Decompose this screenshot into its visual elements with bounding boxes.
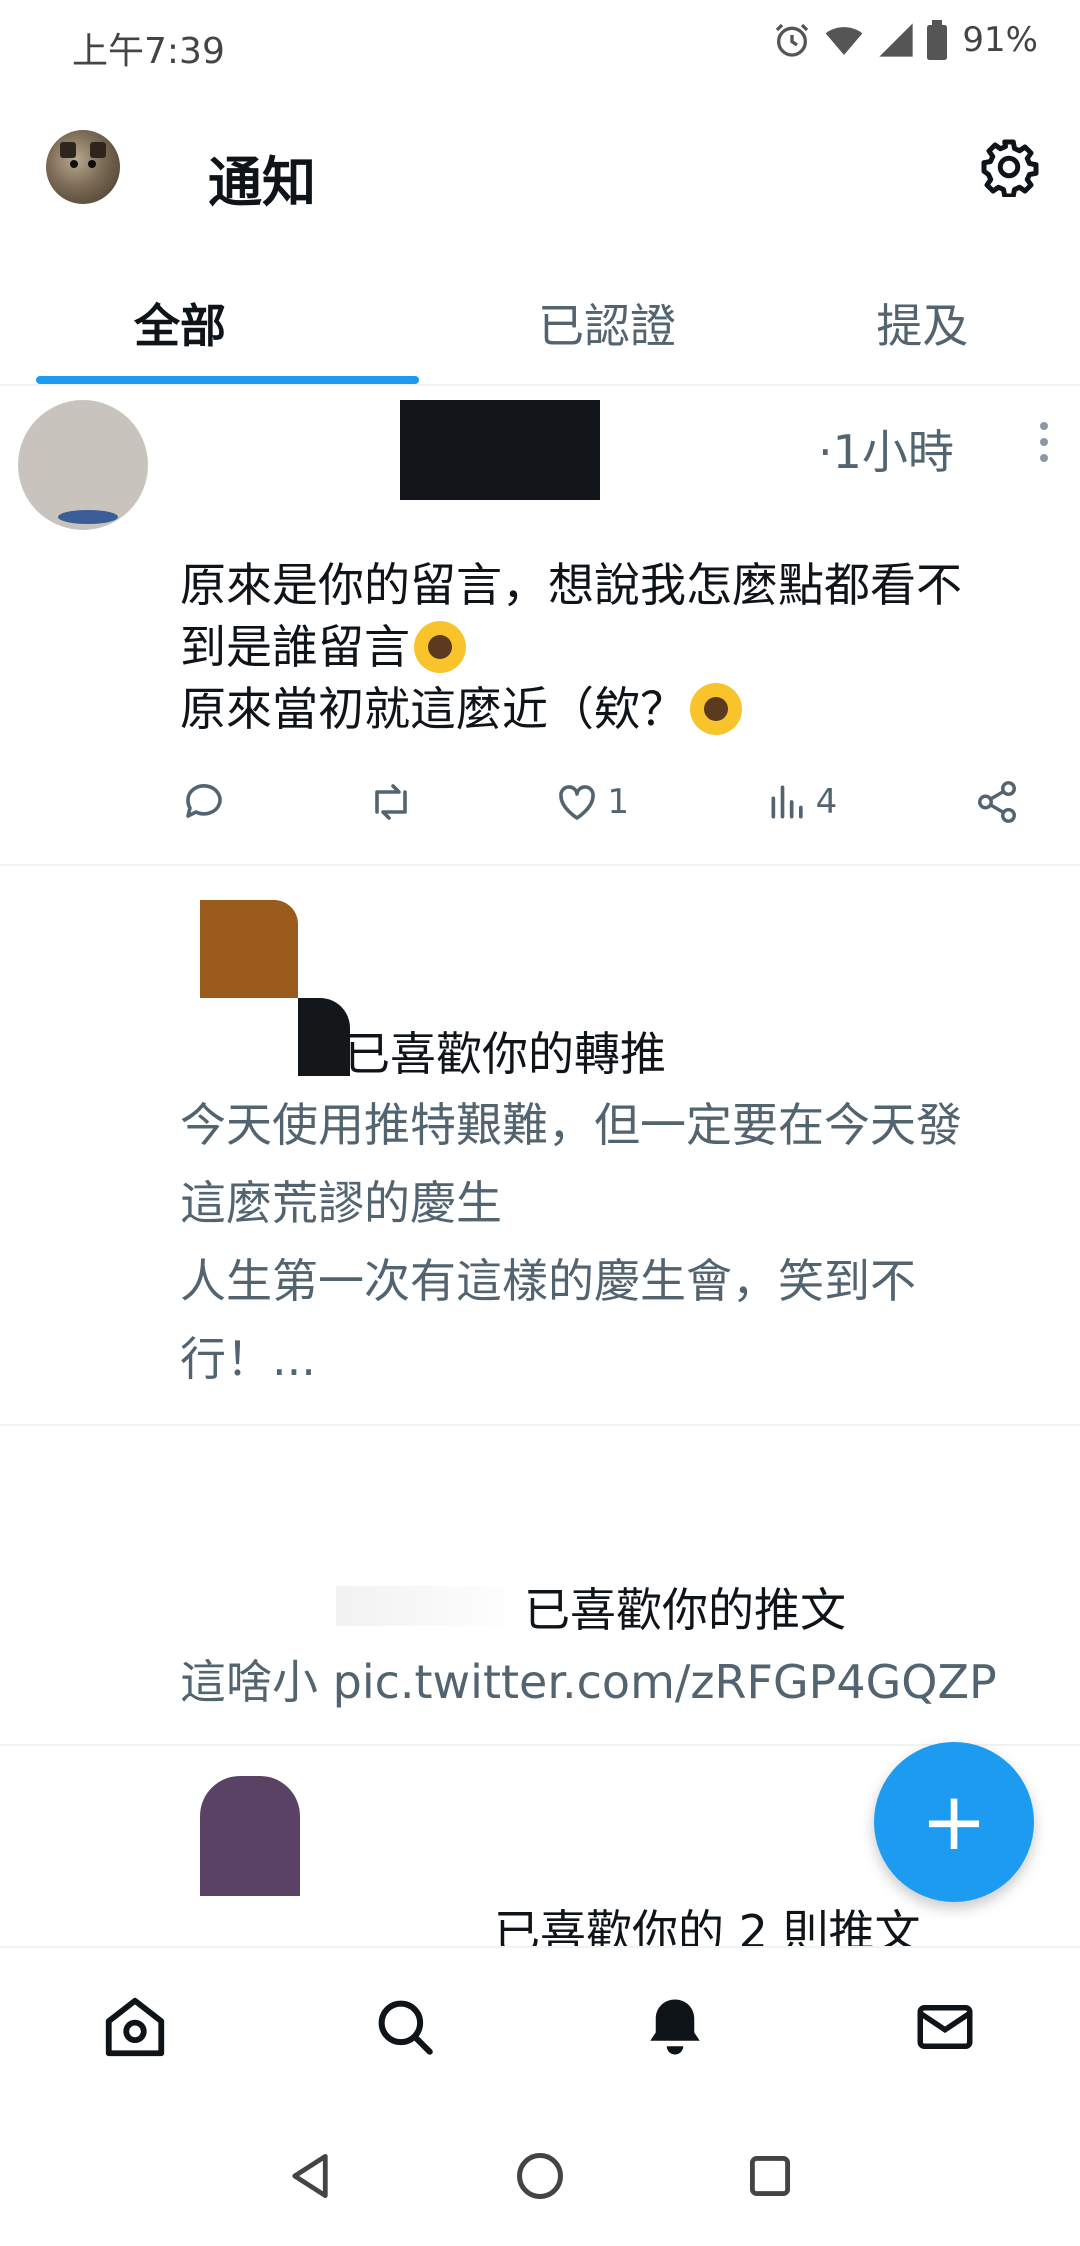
retweet-icon [374, 784, 407, 820]
tab-all[interactable]: 全部 [0, 262, 449, 384]
reply-text-line2: 到是誰留言 [180, 620, 410, 674]
like-count: 1 [607, 782, 629, 822]
nav-notifications[interactable] [625, 1977, 725, 2077]
plus-icon: + [920, 1775, 988, 1868]
avatar[interactable] [200, 1776, 300, 1896]
tab-label: 全部 [134, 299, 226, 353]
gear-icon [981, 139, 1039, 197]
tweet-preview: 這啥小 pic.twitter.com/zRFGP4GQZP [180, 1655, 997, 1709]
home-circle-icon [517, 2153, 563, 2199]
comment-icon [186, 784, 222, 818]
tweet-preview-line3: 人生第一次有這樣的慶生會，笑到不 [180, 1254, 916, 1308]
nav-messages[interactable] [895, 1977, 995, 2077]
notification-headline: 已喜歡你的推文 [524, 1574, 846, 1640]
compose-button[interactable]: + [874, 1742, 1034, 1902]
active-tab-indicator [36, 376, 420, 384]
share-icon [977, 781, 1016, 823]
status-time: 上午7:39 [72, 31, 225, 72]
analytics-icon [771, 785, 803, 819]
reply-notification[interactable]: ·1小時 原來是你的留言，想說我怎麼點都看不 到是誰留言 原來當初就這麼近（欸？… [0, 386, 1080, 866]
tweet-preview-line4: 行！... [180, 1332, 316, 1386]
status-icons: 91% [772, 20, 1038, 60]
redacted-username [400, 400, 600, 500]
reply-button[interactable] [180, 778, 228, 826]
mail-icon [917, 2005, 973, 2049]
tab-label: 已認證 [537, 299, 676, 353]
tab-verified[interactable]: 已認證 [449, 262, 764, 384]
bottom-navigation [0, 1946, 1080, 2106]
notification-tabs: 全部 已認證 提及 [0, 262, 1080, 386]
nav-search[interactable] [355, 1977, 455, 2077]
laughing-emoji-icon [690, 683, 742, 735]
views-button[interactable]: 4 [766, 780, 838, 824]
share-button[interactable] [974, 779, 1020, 825]
battery-icon [927, 20, 948, 60]
reply-text: 原來是你的留言，想說我怎麼點都看不 到是誰留言 原來當初就這麼近（欸？ [180, 554, 1040, 740]
avatar[interactable] [298, 998, 350, 1076]
redacted-username [336, 1586, 526, 1626]
app-header: 通知 [0, 100, 1080, 240]
liked-tweet-notification[interactable]: 已喜歡你的推文 這啥小 pic.twitter.com/zRFGP4GQZP [0, 1426, 1080, 1746]
tab-label: 提及 [876, 299, 969, 353]
liked-retweet-notification[interactable]: 已喜歡你的轉推 今天使用推特艱難，但一定要在今天發 這麼荒謬的慶生 人生第一次有… [0, 866, 1080, 1426]
bell-icon [650, 1999, 700, 2055]
system-recents-button[interactable] [740, 2146, 800, 2206]
reply-text-line3: 原來當初就這麼近（欸？ [180, 682, 686, 736]
system-home-button[interactable] [510, 2146, 570, 2206]
heart-icon [559, 785, 596, 820]
status-bar: 上午7:39 91% [0, 0, 1080, 90]
tweet-preview-line2: 這麼荒謬的慶生 [180, 1176, 502, 1230]
retweet-button[interactable] [365, 778, 417, 826]
signal-icon [879, 23, 914, 57]
notification-headline: 已喜歡你的轉推 [344, 1027, 666, 1081]
like-button[interactable]: 1 [553, 778, 629, 826]
tweet-preview-line1: 今天使用推特艱難，但一定要在今天發 [180, 1098, 962, 1152]
laughing-emoji-icon [414, 621, 466, 673]
alarm-icon [776, 23, 809, 57]
recents-square-icon [749, 2155, 791, 2197]
more-options-button[interactable] [1032, 422, 1056, 462]
tweet-preview: 今天使用推特艱難，但一定要在今天發 這麼荒謬的慶生 人生第一次有這樣的慶生會，笑… [180, 1086, 1040, 1398]
tab-mentions[interactable]: 提及 [765, 262, 1080, 384]
view-count: 4 [815, 782, 838, 822]
search-icon [378, 2000, 433, 2055]
profile-avatar[interactable] [46, 130, 120, 204]
page-title: 通知 [208, 151, 316, 214]
wifi-icon [826, 27, 863, 55]
battery-level: 91% [962, 20, 1038, 60]
avatar[interactable] [18, 400, 148, 530]
system-back-button[interactable] [280, 2146, 340, 2206]
settings-button[interactable] [976, 134, 1042, 200]
nav-home[interactable] [85, 1977, 185, 2077]
notification-headline-text: 已喜歡你的推文 [524, 1583, 846, 1637]
reply-text-line1: 原來是你的留言，想說我怎麼點都看不 [180, 558, 962, 612]
tweet-actions: 1 4 [180, 772, 1020, 832]
home-icon [105, 1997, 165, 2057]
timestamp: ·1小時 [818, 425, 954, 479]
avatar[interactable] [200, 900, 298, 998]
back-triangle-icon [292, 2153, 328, 2199]
system-navigation [0, 2106, 1080, 2246]
